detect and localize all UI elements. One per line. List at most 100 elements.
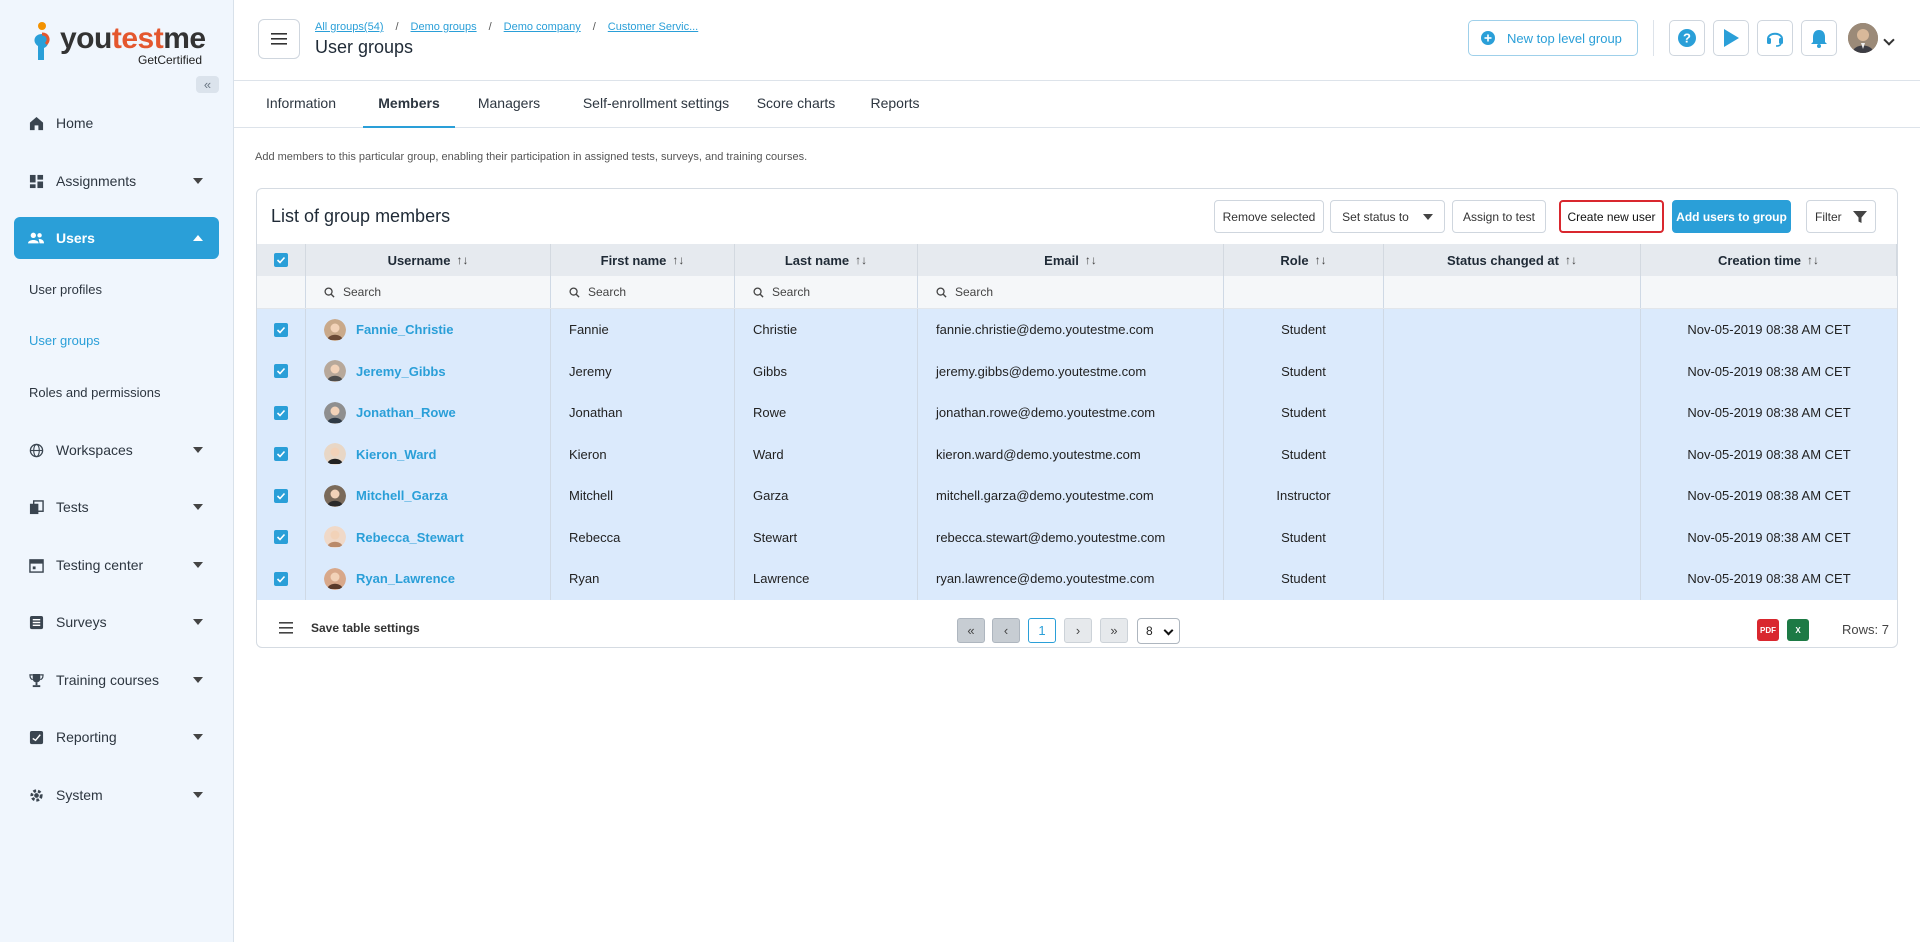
play-button[interactable] bbox=[1713, 20, 1749, 56]
sidebar-item-label: Workspaces bbox=[56, 442, 133, 458]
column-header-username[interactable]: Username ↑↓ bbox=[306, 244, 551, 276]
table-row[interactable]: Ryan_Lawrence Ryan Lawrence ryan.lawrence@d… bbox=[257, 558, 1897, 600]
first-page-button[interactable]: « bbox=[957, 618, 985, 643]
plus-circle-icon bbox=[1481, 31, 1495, 45]
home-icon bbox=[28, 115, 44, 131]
sidebar-subitem-user-groups[interactable]: User groups bbox=[29, 333, 100, 348]
next-page-button[interactable]: › bbox=[1064, 618, 1092, 643]
last-name-cell: Rowe bbox=[735, 392, 918, 434]
create-new-user-button[interactable]: Create new user bbox=[1559, 200, 1664, 233]
sidebar-item-system[interactable]: System bbox=[14, 774, 219, 816]
column-header-role[interactable]: Role ↑↓ bbox=[1224, 244, 1384, 276]
breadcrumb-all-groups[interactable]: All groups(54) bbox=[315, 21, 383, 33]
user-avatar[interactable] bbox=[1848, 23, 1878, 53]
select-all-checkbox[interactable] bbox=[274, 253, 288, 267]
table-row[interactable]: Mitchell_Garza Mitchell Garza mitchell.garz… bbox=[257, 475, 1897, 517]
role-cell: Student bbox=[1224, 392, 1384, 434]
creation-time-cell: Nov-05-2019 08:38 AM CET bbox=[1687, 571, 1851, 587]
table-row[interactable]: Fannie_Christie Fannie Christie fannie.chri… bbox=[257, 309, 1897, 351]
remove-selected-button[interactable]: Remove selected bbox=[1214, 200, 1324, 233]
tab-score-charts[interactable]: Score charts bbox=[750, 82, 842, 128]
last-name-search-input[interactable]: Search bbox=[735, 276, 918, 308]
role-cell: Student bbox=[1224, 558, 1384, 600]
sidebar-item-users[interactable]: Users bbox=[14, 217, 219, 259]
column-header-email[interactable]: Email ↑↓ bbox=[918, 244, 1224, 276]
page-size-select[interactable]: 8 bbox=[1137, 618, 1180, 644]
row-checkbox[interactable] bbox=[274, 405, 288, 420]
pdf-export-icon[interactable]: PDF bbox=[1757, 619, 1779, 641]
email-search-input[interactable]: Search bbox=[918, 276, 1224, 308]
breadcrumb-demo-groups[interactable]: Demo groups bbox=[411, 21, 477, 33]
row-checkbox[interactable] bbox=[274, 530, 288, 545]
add-users-to-group-button[interactable]: Add users to group bbox=[1672, 200, 1791, 233]
sidebar-item-assignments[interactable]: Assignments bbox=[14, 160, 219, 202]
set-status-dropdown[interactable]: Set status to bbox=[1330, 200, 1445, 233]
username-link[interactable]: Mitchell_Garza bbox=[356, 488, 448, 503]
sidebar-item-surveys[interactable]: Surveys bbox=[14, 601, 219, 643]
excel-export-icon[interactable]: X bbox=[1787, 619, 1809, 641]
username-search-input[interactable]: Search bbox=[306, 276, 551, 308]
username-link[interactable]: Fannie_Christie bbox=[356, 322, 454, 337]
chevron-down-icon bbox=[193, 447, 203, 453]
tab-members[interactable]: Members bbox=[363, 82, 455, 128]
row-checkbox[interactable] bbox=[274, 322, 288, 337]
table-row[interactable]: Jeremy_Gibbs Jeremy Gibbs jeremy.gibbs@demo… bbox=[257, 350, 1897, 392]
username-link[interactable]: Jonathan_Rowe bbox=[356, 405, 456, 420]
table-filter-row: Search Search Search Search bbox=[257, 276, 1897, 309]
breadcrumb-customer-service[interactable]: Customer Servic... bbox=[608, 21, 698, 33]
notifications-button[interactable] bbox=[1801, 20, 1837, 56]
logo[interactable]: youtestme GetCertified bbox=[30, 20, 206, 67]
row-checkbox[interactable] bbox=[274, 571, 288, 586]
column-header-status-changed[interactable]: Status changed at ↑↓ bbox=[1384, 244, 1641, 276]
avatar bbox=[324, 484, 346, 507]
username-link[interactable]: Kieron_Ward bbox=[356, 447, 436, 462]
row-checkbox[interactable] bbox=[274, 364, 288, 379]
username-link[interactable]: Ryan_Lawrence bbox=[356, 571, 455, 586]
help-button[interactable]: ? bbox=[1669, 20, 1705, 56]
tab-managers[interactable]: Managers bbox=[464, 82, 554, 128]
table-row[interactable]: Jonathan_Rowe Jonathan Rowe jonathan.rowe@d… bbox=[257, 392, 1897, 434]
first-name-search-input[interactable]: Search bbox=[551, 276, 735, 308]
sidebar-item-training-courses[interactable]: Training courses bbox=[14, 659, 219, 701]
row-checkbox[interactable] bbox=[274, 447, 288, 462]
username-link[interactable]: Jeremy_Gibbs bbox=[356, 364, 446, 379]
sidebar-item-workspaces[interactable]: Workspaces bbox=[14, 429, 219, 471]
hamburger-icon bbox=[271, 33, 287, 45]
save-table-settings-button[interactable]: Save table settings bbox=[279, 621, 420, 635]
sidebar-item-label: Testing center bbox=[56, 557, 144, 573]
sidebar-subitem-roles-permissions[interactable]: Roles and permissions bbox=[29, 385, 161, 400]
column-header-creation-time[interactable]: Creation time ↑↓ bbox=[1641, 244, 1897, 276]
tab-reports[interactable]: Reports bbox=[856, 82, 934, 128]
last-page-button[interactable]: » bbox=[1100, 618, 1128, 643]
first-name-cell: Jonathan bbox=[551, 392, 735, 434]
chevron-down-icon[interactable] bbox=[1883, 34, 1895, 46]
breadcrumb-demo-company[interactable]: Demo company bbox=[504, 21, 581, 33]
support-button[interactable] bbox=[1757, 20, 1793, 56]
group-members-card: List of group members Remove selected Se… bbox=[256, 188, 1898, 648]
table-row[interactable]: Rebecca_Stewart Rebecca Stewart rebecca.ste… bbox=[257, 516, 1897, 558]
logo-wordmark: youtestme bbox=[60, 22, 206, 55]
sidebar-item-reporting[interactable]: Reporting bbox=[14, 716, 219, 758]
sidebar-item-tests[interactable]: Tests bbox=[14, 486, 219, 528]
menu-toggle-button[interactable] bbox=[258, 19, 300, 59]
table-row[interactable]: Kieron_Ward Kieron Ward kieron.ward@demo.yo… bbox=[257, 433, 1897, 475]
collapse-sidebar-button[interactable]: « bbox=[196, 76, 219, 93]
assign-to-test-button[interactable]: Assign to test bbox=[1452, 200, 1546, 233]
sidebar-item-home[interactable]: Home bbox=[14, 102, 219, 144]
new-top-level-group-button[interactable]: New top level group bbox=[1468, 20, 1638, 56]
list-icon bbox=[279, 622, 293, 634]
creation-time-cell: Nov-05-2019 08:38 AM CET bbox=[1687, 322, 1851, 338]
column-header-first-name[interactable]: First name ↑↓ bbox=[551, 244, 735, 276]
page-1-button[interactable]: 1 bbox=[1028, 618, 1056, 643]
filter-button[interactable]: Filter bbox=[1806, 200, 1876, 233]
tab-self-enrollment-settings[interactable]: Self-enrollment settings bbox=[568, 82, 744, 128]
sidebar-item-testing-center[interactable]: Testing center bbox=[14, 544, 219, 586]
email-cell: jeremy.gibbs@demo.youtestme.com bbox=[918, 350, 1224, 392]
username-link[interactable]: Rebecca_Stewart bbox=[356, 530, 464, 545]
column-header-last-name[interactable]: Last name ↑↓ bbox=[735, 244, 918, 276]
row-checkbox[interactable] bbox=[274, 488, 288, 503]
sidebar-subitem-user-profiles[interactable]: User profiles bbox=[29, 282, 102, 297]
previous-page-button[interactable]: ‹ bbox=[992, 618, 1020, 643]
sidebar-item-label: Training courses bbox=[56, 672, 159, 688]
tab-information[interactable]: Information bbox=[256, 82, 346, 128]
